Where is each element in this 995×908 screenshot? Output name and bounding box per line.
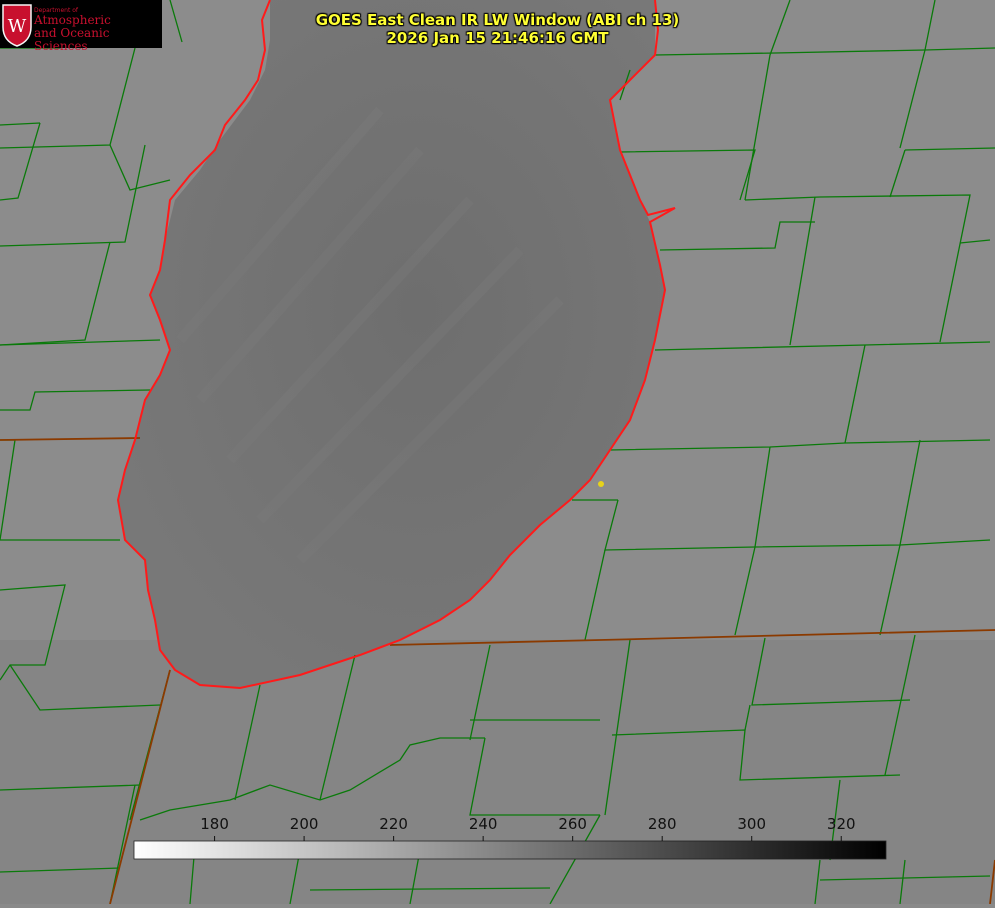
satellite-map: W Department of Atmospheric and Oceanic … — [0, 0, 995, 905]
colorbar-tick-label: 240 — [468, 815, 498, 833]
title-product: GOES East Clean IR LW Window (ABI ch 13) — [315, 11, 680, 29]
land-south — [0, 640, 995, 904]
map-canvas — [0, 0, 995, 905]
colorbar-tick-label: 180 — [200, 815, 229, 833]
colorbar-gradient — [133, 840, 887, 860]
colorbar-tick-label: 300 — [737, 815, 767, 833]
image-title: GOES East Clean IR LW Window (ABI ch 13)… — [0, 11, 995, 47]
title-timestamp: 2026 Jan 15 21:46:16 GMT — [386, 29, 609, 47]
colorbar-tick-label: 280 — [647, 815, 677, 833]
colorbar-tick-label: 200 — [289, 815, 319, 833]
colorbar-tick-label: 220 — [379, 815, 408, 833]
location-marker — [598, 481, 604, 487]
colorbar-tick-label: 320 — [826, 815, 856, 833]
colorbar-tick-label: 260 — [558, 815, 587, 833]
